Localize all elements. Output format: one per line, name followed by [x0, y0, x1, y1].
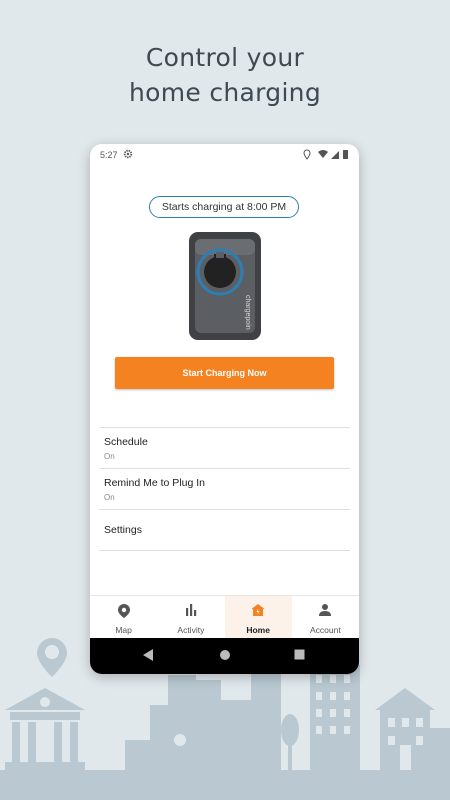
menu-item-title: Schedule — [104, 436, 148, 448]
nav-label: Home — [246, 625, 270, 635]
home-icon — [251, 604, 265, 616]
recents-square-icon[interactable] — [294, 649, 305, 660]
headline-line-1: Control your — [145, 43, 305, 72]
headline-line-2: home charging — [129, 78, 321, 107]
home-circle-icon[interactable] — [219, 649, 231, 661]
phone-screen: 5:27 Starts charging at 8:00 PM chargepo… — [90, 144, 359, 674]
charger-brand-text: chargepoin — [244, 295, 251, 330]
menu-item-value: On — [104, 452, 115, 461]
home-charger-image: chargepoin — [189, 232, 261, 340]
settings-menu: Schedule On Remind Me to Plug In On Sett… — [99, 427, 350, 551]
signal-icon — [331, 151, 339, 159]
menu-item-schedule[interactable]: Schedule On — [99, 427, 350, 468]
status-time: 5:27 — [100, 150, 118, 160]
gear-icon — [123, 149, 133, 159]
nav-tab-account[interactable]: Account — [292, 596, 359, 639]
battery-icon — [343, 150, 348, 159]
bottom-navigation: Map Activity Home Account — [90, 595, 359, 639]
map-pin-icon — [117, 604, 130, 618]
person-icon — [319, 604, 332, 616]
menu-item-remind-me[interactable]: Remind Me to Plug In On — [99, 468, 350, 509]
nav-tab-activity[interactable]: Activity — [157, 596, 224, 639]
menu-item-settings[interactable]: Settings — [99, 509, 350, 551]
nav-label: Account — [310, 625, 341, 635]
nav-tab-home[interactable]: Home — [224, 596, 292, 639]
system-navigation-bar — [90, 638, 359, 674]
schedule-status-pill: Starts charging at 8:00 PM — [149, 196, 299, 218]
menu-item-title: Settings — [104, 524, 142, 536]
back-icon[interactable] — [142, 649, 154, 661]
status-bar: 5:27 — [90, 144, 359, 166]
nav-label: Map — [115, 625, 132, 635]
nav-label: Activity — [177, 625, 205, 635]
headline: Control your home charging — [0, 40, 450, 110]
menu-item-value: On — [104, 493, 115, 502]
location-icon — [303, 149, 311, 160]
start-charging-now-button[interactable]: Start Charging Now — [115, 357, 334, 389]
menu-item-title: Remind Me to Plug In — [104, 477, 205, 489]
bar-chart-icon — [185, 604, 197, 616]
nav-tab-map[interactable]: Map — [90, 596, 157, 639]
wifi-icon — [318, 150, 328, 158]
status-icons — [303, 149, 348, 160]
